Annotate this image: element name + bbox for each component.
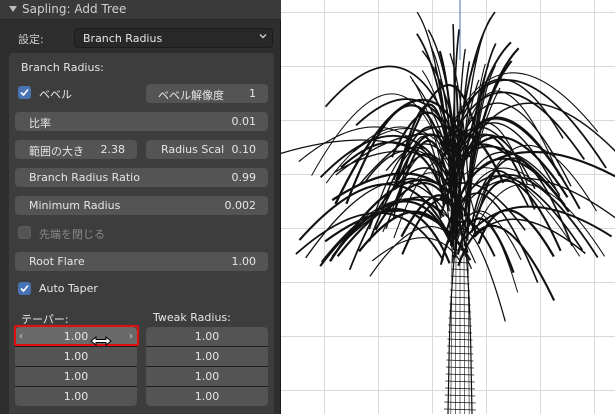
root-flare-value: 1.00: [231, 255, 257, 268]
tweak-radius-field[interactable]: 1.00: [146, 387, 268, 406]
tweak-radius-value: 1.00: [194, 350, 220, 363]
branch-radius-ratio-label: Branch Radius Ratio: [29, 171, 140, 184]
checkmark-icon: [20, 284, 29, 293]
panel-header[interactable]: Sapling: Add Tree: [0, 0, 281, 20]
preset-label: 設定:: [18, 33, 44, 46]
close-tip-label: 先端を閉じる: [39, 228, 105, 241]
tweak-radius-label: Tweak Radius:: [153, 311, 231, 324]
auto-taper-label: Auto Taper: [39, 282, 98, 295]
ratio-field[interactable]: 比率 0.01: [15, 112, 268, 131]
highlight-box: [14, 325, 139, 346]
tweak-radius-field[interactable]: 1.00: [146, 367, 268, 386]
taper-value: 1.00: [63, 390, 89, 403]
arrow-cursor-icon: [90, 335, 112, 347]
range-size-label: 範囲の大き: [29, 145, 84, 158]
range-size-field[interactable]: 範囲の大き 2.38: [15, 140, 137, 159]
tweak-radius-value: 1.00: [194, 330, 220, 343]
tweak-radius-value: 1.00: [194, 370, 220, 383]
bevel-checkbox[interactable]: [18, 86, 31, 99]
ratio-value: 0.01: [231, 115, 257, 128]
auto-taper-checkbox[interactable]: [18, 282, 31, 295]
taper-value: 1.00: [63, 370, 89, 383]
taper-field[interactable]: 1.00: [15, 387, 137, 406]
taper-field[interactable]: 1.00: [15, 347, 137, 366]
radius-scale-field[interactable]: Radius Scal 0.10: [146, 140, 268, 159]
panel-title: Sapling: Add Tree: [22, 2, 127, 16]
tweak-radius-field[interactable]: 1.00: [146, 347, 268, 366]
taper-value: 1.00: [63, 350, 89, 363]
tweak-radius-value: 1.00: [194, 390, 220, 403]
branch-radius-ratio-field[interactable]: Branch Radius Ratio 0.99: [15, 168, 268, 187]
radius-scale-value: 0.10: [231, 143, 257, 156]
radius-scale-label: Radius Scal: [161, 143, 225, 156]
minimum-radius-value: 0.002: [224, 199, 257, 212]
bevel-resolution-value: 1: [249, 87, 256, 100]
tweak-radius-field[interactable]: 1.00: [146, 327, 268, 346]
section-title: Branch Radius:: [21, 61, 104, 74]
range-size-value: 2.38: [100, 143, 126, 156]
preset-dropdown[interactable]: Branch Radius: [74, 28, 273, 48]
ratio-label: 比率: [29, 117, 51, 130]
chevron-down-icon: [259, 34, 267, 39]
close-tip-checkbox[interactable]: [18, 226, 31, 239]
branch-radius-ratio-value: 0.99: [231, 171, 257, 184]
root-flare-label: Root Flare: [29, 255, 85, 268]
tweak-radius-column: 1.00 1.00 1.00 1.00: [146, 327, 268, 406]
minimum-radius-label: Minimum Radius: [29, 199, 121, 212]
checkmark-icon: [20, 88, 29, 97]
minimum-radius-field[interactable]: Minimum Radius 0.002: [15, 196, 268, 215]
bevel-resolution-field[interactable]: ベベル解像度 1: [146, 84, 268, 103]
operator-panel: Sapling: Add Tree 設定: Branch Radius Bran…: [0, 0, 281, 414]
taper-field[interactable]: 1.00: [15, 367, 137, 386]
preset-value: Branch Radius: [83, 32, 163, 45]
bevel-resolution-label: ベベル解像度: [158, 89, 224, 102]
triangle-down-icon[interactable]: [9, 6, 17, 12]
root-flare-field[interactable]: Root Flare 1.00: [15, 252, 268, 271]
bevel-label: ベベル: [39, 88, 72, 101]
